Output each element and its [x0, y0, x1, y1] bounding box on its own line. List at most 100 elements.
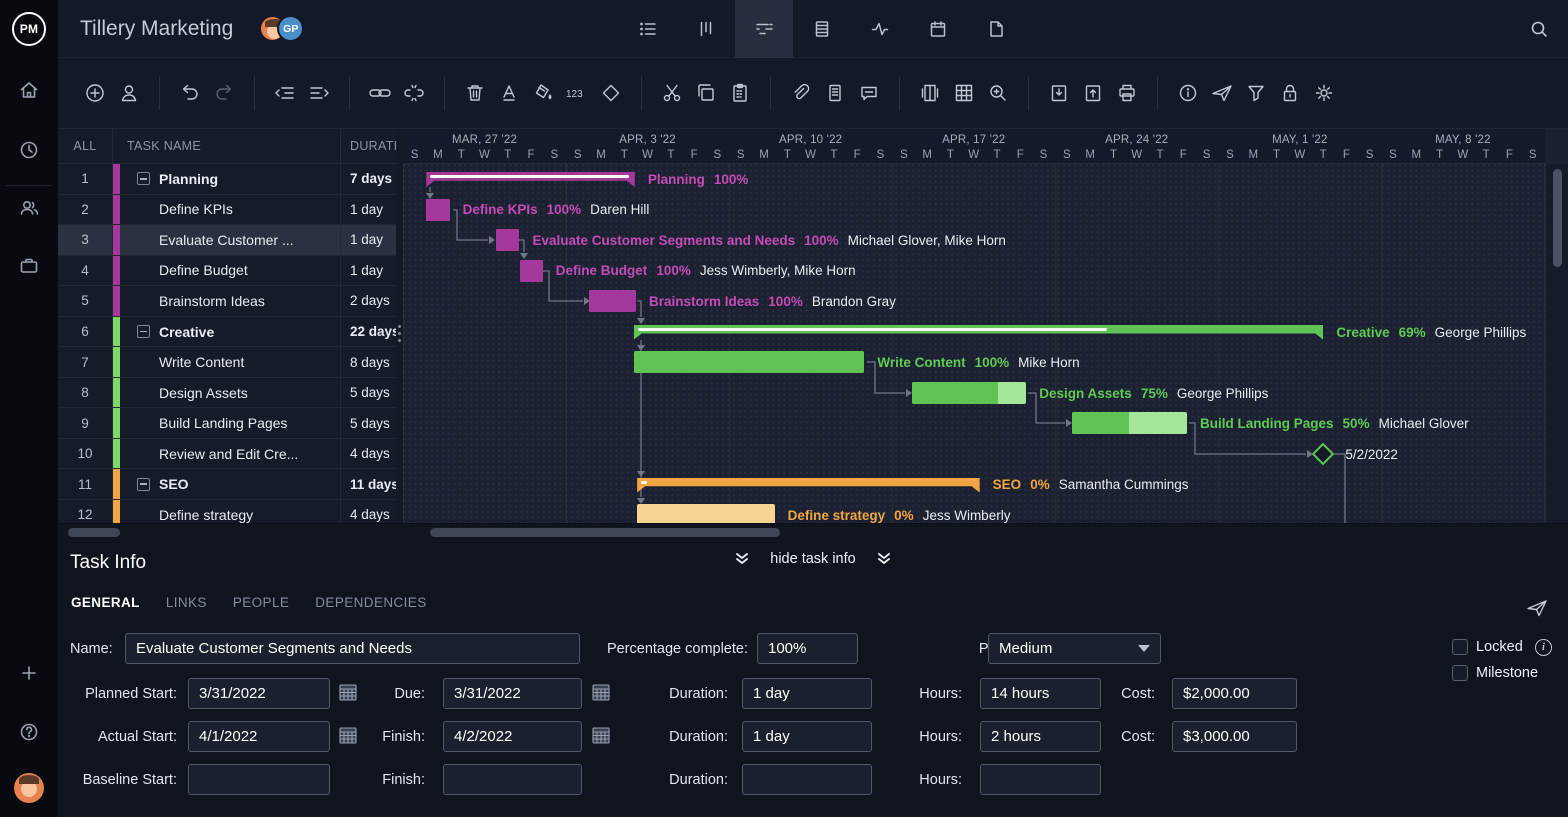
duration-input[interactable] [742, 764, 872, 795]
calendar-icon[interactable] [337, 683, 359, 704]
undo-icon[interactable] [173, 76, 207, 110]
lock-icon[interactable] [1273, 76, 1307, 110]
board-view-tab[interactable] [677, 0, 735, 58]
outdent-icon[interactable] [268, 76, 302, 110]
table-row[interactable]: 3Evaluate Customer ...1 day [58, 225, 396, 256]
table-row[interactable]: 1Planning7 days [58, 164, 396, 195]
manage-columns-icon[interactable] [913, 76, 947, 110]
paste-icon[interactable] [723, 76, 757, 110]
gantt-view-tab[interactable] [735, 0, 793, 58]
hours-input[interactable] [980, 764, 1101, 795]
recent-icon[interactable] [0, 132, 58, 168]
share-icon[interactable] [1205, 76, 1239, 110]
table-row[interactable]: 2Define KPIs1 day [58, 195, 396, 226]
search-icon[interactable] [1524, 14, 1554, 44]
grid-icon[interactable] [947, 76, 981, 110]
task-list-view-tab[interactable] [619, 0, 677, 58]
fill-color-icon[interactable] [526, 76, 560, 110]
collapse-icon[interactable] [137, 478, 150, 491]
table-row[interactable]: 8Design Assets5 days [58, 378, 396, 409]
baseline-start-input[interactable] [188, 764, 330, 795]
font-style-icon[interactable] [492, 76, 526, 110]
vertical-scrollbar[interactable] [1553, 169, 1562, 267]
collapse-icon[interactable] [137, 325, 150, 338]
due-input[interactable] [443, 678, 582, 709]
task-bar[interactable] [634, 351, 865, 373]
name-input[interactable] [125, 633, 580, 664]
collapse-icon[interactable] [137, 172, 150, 185]
filter-icon[interactable] [1239, 76, 1273, 110]
add-task-icon[interactable] [78, 76, 112, 110]
task-bar[interactable] [496, 229, 519, 251]
table-row[interactable]: 12Define strategy4 days [58, 500, 396, 523]
comment-icon[interactable] [852, 76, 886, 110]
summary-bar[interactable] [637, 478, 980, 493]
zoom-in-icon[interactable] [981, 76, 1015, 110]
add-icon[interactable] [0, 655, 58, 691]
settings-icon[interactable] [1307, 76, 1341, 110]
indent-icon[interactable] [302, 76, 336, 110]
table-row[interactable]: 9Build Landing Pages5 days [58, 408, 396, 439]
redo-icon[interactable] [207, 76, 241, 110]
calendar-view-tab[interactable] [909, 0, 967, 58]
finish-input[interactable] [443, 721, 582, 752]
summary-bar[interactable] [426, 172, 635, 187]
duration-input[interactable] [742, 721, 872, 752]
sheet-view-tab[interactable] [793, 0, 851, 58]
table-row[interactable]: 10Review and Edit Cre...4 days [58, 439, 396, 470]
home-icon[interactable] [0, 72, 58, 108]
calendar-icon[interactable] [590, 683, 612, 704]
priority-select[interactable]: Medium [988, 633, 1161, 664]
summary-bar[interactable] [634, 325, 1324, 340]
docs-view-tab[interactable] [967, 0, 1025, 58]
profile-avatar[interactable] [0, 770, 58, 806]
import-icon[interactable] [1042, 76, 1076, 110]
task-bar[interactable] [912, 382, 1026, 404]
cost-input[interactable] [1172, 721, 1297, 752]
task-bar[interactable] [589, 290, 636, 312]
finish-input[interactable] [443, 764, 582, 795]
column-duration[interactable]: DURATION [340, 129, 396, 163]
add-user-icon[interactable] [112, 76, 146, 110]
member-avatars[interactable]: GP [259, 15, 304, 42]
duration-input[interactable] [742, 678, 872, 709]
notes-icon[interactable] [818, 76, 852, 110]
tab-links[interactable]: LINKS [166, 595, 207, 610]
calendar-icon[interactable] [337, 726, 359, 747]
tab-general[interactable]: GENERAL [71, 595, 140, 610]
link-tasks-icon[interactable] [363, 76, 397, 110]
task-bar[interactable] [426, 199, 449, 221]
column-all[interactable]: ALL [58, 129, 113, 163]
milestone-icon[interactable] [594, 76, 628, 110]
print-icon[interactable] [1110, 76, 1144, 110]
cut-icon[interactable] [655, 76, 689, 110]
table-row[interactable]: 5Brainstorm Ideas2 days [58, 286, 396, 317]
hide-task-info-button[interactable]: hide task info [58, 551, 1568, 567]
task-bar[interactable] [1072, 412, 1187, 434]
send-update-icon[interactable] [1524, 596, 1550, 625]
copy-icon[interactable] [689, 76, 723, 110]
delete-icon[interactable] [458, 76, 492, 110]
task-bar[interactable] [520, 260, 543, 282]
team-icon[interactable] [0, 190, 58, 226]
planned-start-input[interactable] [188, 678, 330, 709]
attachment-icon[interactable] [784, 76, 818, 110]
help-icon[interactable] [0, 714, 58, 750]
locked-checkbox[interactable] [1452, 639, 1468, 655]
task-bar[interactable] [637, 504, 774, 523]
percentage-complete-input[interactable] [757, 633, 858, 664]
export-icon[interactable] [1076, 76, 1110, 110]
tab-people[interactable]: PEOPLE [233, 595, 289, 610]
tab-dependencies[interactable]: DEPENDENCIES [315, 595, 426, 610]
table-horizontal-scrollbar[interactable] [68, 528, 120, 537]
number-format-icon[interactable]: 123 [560, 76, 594, 110]
table-row[interactable]: 11SEO11 days [58, 469, 396, 500]
pm-logo[interactable]: PM [0, 0, 58, 58]
column-task-name[interactable]: TASK NAME [113, 139, 340, 153]
info-icon[interactable] [1171, 76, 1205, 110]
table-row[interactable]: 4Define Budget1 day [58, 256, 396, 287]
table-gantt-splitter[interactable] [396, 129, 403, 523]
locked-info-icon[interactable]: i [1535, 639, 1552, 656]
table-row[interactable]: 7Write Content8 days [58, 347, 396, 378]
milestone-diamond[interactable] [1312, 443, 1335, 466]
